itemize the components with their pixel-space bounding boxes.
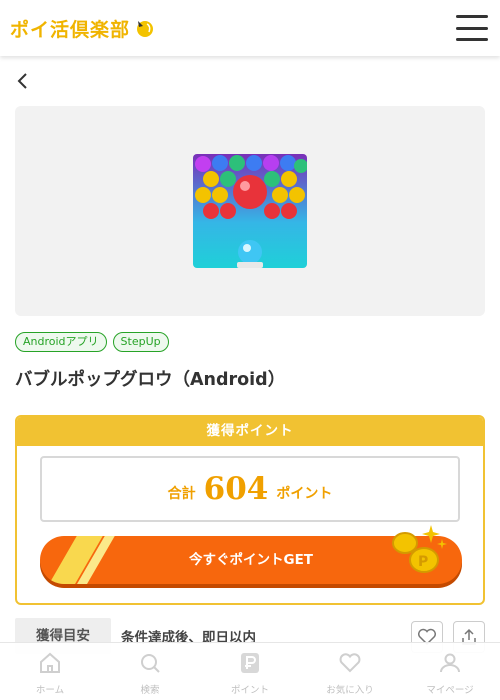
tab-home[interactable]: ホーム xyxy=(0,643,100,700)
point-p-icon xyxy=(241,653,259,673)
user-icon xyxy=(440,653,460,673)
tab-favorites-label: お気に入り xyxy=(326,685,374,696)
tag-stepup: StepUp xyxy=(112,332,169,352)
offer-tags: Androidアプリ StepUp xyxy=(15,332,169,352)
chevron-left-icon[interactable] xyxy=(14,70,34,92)
tag-android-app: Androidアプリ xyxy=(15,332,107,352)
offer-title: バブルポップグロウ（Android） xyxy=(15,370,286,390)
heart-icon xyxy=(339,653,361,673)
bottom-tab-bar: ホーム 検索 ポイント お気に入り マイページ xyxy=(0,642,500,700)
search-icon xyxy=(141,654,160,673)
tab-points-label: ポイント xyxy=(230,685,269,696)
tab-mypage[interactable]: マイページ xyxy=(400,643,500,700)
points-panel-header: 獲得ポイント xyxy=(17,417,483,446)
points-unit: ポイント xyxy=(276,486,333,502)
points-total-label: 合計 xyxy=(167,486,196,502)
site-logo[interactable]: ポイ活倶楽部 xyxy=(10,15,156,42)
tab-mypage-label: マイページ xyxy=(426,685,474,696)
svg-text:P: P xyxy=(418,554,428,570)
points-total-value: 604 xyxy=(203,471,269,507)
tab-search-label: 検索 xyxy=(140,685,160,696)
app-hero-image xyxy=(15,106,485,316)
tab-home-label: ホーム xyxy=(35,685,65,696)
bubble-pop-app-icon xyxy=(193,154,307,268)
tab-points[interactable]: ポイント xyxy=(200,643,300,700)
hamburger-menu-icon[interactable] xyxy=(456,15,488,41)
home-icon xyxy=(40,652,60,673)
logo-text: ポイ活倶楽部 xyxy=(10,18,131,41)
app-header: ポイ活倶楽部 xyxy=(0,0,500,56)
points-total-box: 合計 604 ポイント xyxy=(40,456,460,522)
sparkle-coin-icon xyxy=(137,21,154,37)
tab-favorites[interactable]: お気に入り xyxy=(300,643,400,700)
coins-icon: P xyxy=(392,525,447,573)
tab-search[interactable]: 検索 xyxy=(100,643,200,700)
